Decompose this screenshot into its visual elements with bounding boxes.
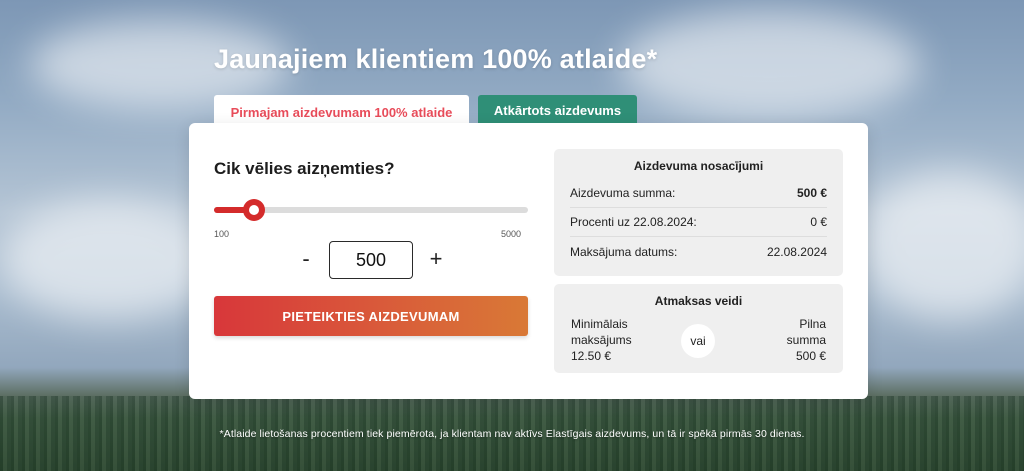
terms-label: Procenti uz 22.08.2024: bbox=[570, 215, 697, 229]
amount-question: Cik vēlies aizņemties? bbox=[214, 159, 395, 178]
full-payment-option: Pilna summa 500 € bbox=[787, 316, 826, 364]
minimum-payment-label-1: Minimālais bbox=[571, 317, 628, 331]
cloud bbox=[860, 170, 1024, 320]
tab-first-loan-label: Pirmajam aizdevumam 100% atlaide bbox=[230, 104, 453, 120]
tab-repeat-loan[interactable]: Atkārtots aizdevums bbox=[478, 95, 637, 125]
cloud bbox=[620, 10, 920, 120]
full-payment-label-2: summa bbox=[786, 333, 826, 347]
apply-loan-button[interactable]: PIETEIKTIES AIZDEVUMAM bbox=[214, 296, 528, 336]
repayment-options-panel: Atmaksas veidi Minimālais maksājums 12.5… bbox=[554, 284, 843, 373]
terms-value: 500 € bbox=[796, 186, 827, 200]
repayment-title: Atmaksas veidi bbox=[654, 294, 743, 308]
terms-row-interest: Procenti uz 22.08.2024: 0 € bbox=[570, 208, 827, 237]
decrease-button[interactable]: - bbox=[292, 245, 320, 273]
loan-terms-title: Aizdevuma nosacījumi bbox=[633, 159, 764, 173]
terms-row-payment-date: Maksājuma datums: 22.08.2024 bbox=[570, 237, 827, 266]
discount-footnote: *Atlaide lietošanas procentiem tiek piem… bbox=[219, 428, 805, 440]
terms-value: 0 € bbox=[810, 215, 827, 229]
loan-calculator-card: Cik vēlies aizņemties? 100 5000 - + PIET… bbox=[189, 123, 868, 399]
loan-terms-panel: Aizdevuma nosacījumi Aizdevuma summa: 50… bbox=[554, 149, 843, 276]
terms-label: Aizdevuma summa: bbox=[570, 186, 676, 200]
slider-max-label: 5000 bbox=[501, 229, 522, 239]
minimum-payment-label-2: maksājums bbox=[571, 333, 632, 347]
amount-slider[interactable] bbox=[214, 199, 528, 221]
minimum-payment-amount: 12.50 € bbox=[571, 349, 612, 363]
slider-handle[interactable] bbox=[242, 199, 265, 221]
terms-label: Maksājuma datums: bbox=[570, 244, 678, 259]
terms-row-amount: Aizdevuma summa: 500 € bbox=[570, 179, 827, 208]
increase-button[interactable]: + bbox=[422, 245, 450, 273]
full-payment-label-1: Pilna bbox=[799, 317, 826, 331]
tab-repeat-loan-label: Atkārtots aizdevums bbox=[493, 102, 622, 118]
minimum-payment-option: Minimālais maksājums 12.50 € bbox=[571, 316, 632, 364]
slider-min-label: 100 bbox=[214, 229, 230, 239]
terms-value: 22.08.2024 bbox=[766, 244, 827, 259]
or-separator: vai bbox=[681, 324, 715, 358]
page-headline: Jaunajiem klientiem 100% atlaide* bbox=[214, 44, 658, 74]
amount-input[interactable] bbox=[329, 241, 413, 279]
full-payment-amount: 500 € bbox=[795, 349, 826, 363]
cloud bbox=[0, 200, 220, 320]
